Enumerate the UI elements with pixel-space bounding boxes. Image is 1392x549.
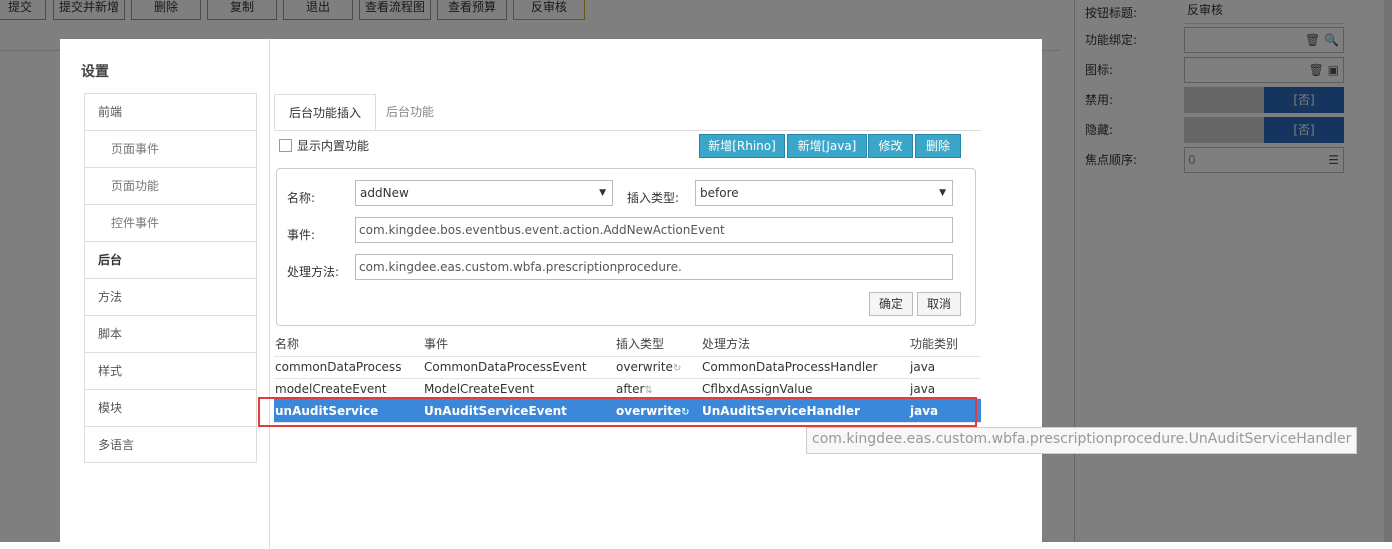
col-header-event[interactable]: 事件 (424, 335, 448, 352)
cancel-button[interactable]: 取消 (917, 292, 961, 316)
edit-form: 名称: addNew ▼ 插入类型: before ▼ 事件: com.king… (276, 168, 976, 326)
handler-tooltip: com.kingdee.eas.custom.wbfa.prescription… (806, 427, 1358, 454)
sort-icon: ⇅ (644, 385, 653, 396)
name-label: 名称: (287, 191, 316, 205)
nav-item-backend[interactable]: 后台 (85, 242, 256, 279)
insert-type-label: 插入类型: (627, 191, 680, 205)
add-rhino-button[interactable]: 新增[Rhino] (699, 134, 785, 158)
nav-item-control-events[interactable]: 控件事件 (85, 205, 256, 242)
handler-input[interactable]: com.kingdee.eas.custom.wbfa.prescription… (355, 254, 953, 280)
cell-event: ModelCreateEvent (424, 382, 535, 396)
nav-item-languages[interactable]: 多语言 (85, 427, 256, 464)
backend-content: 后台功能插入 后台功能 显示内置功能 新增[Rhino] 新增[Java] 修改… (274, 89, 981, 549)
nav-item-frontend[interactable]: 前端 (85, 94, 256, 131)
name-select[interactable]: addNew ▼ (355, 180, 613, 206)
cell-handler: CommonDataProcessHandler (702, 360, 878, 374)
insert-type-select[interactable]: before ▼ (695, 180, 953, 206)
col-header-handler[interactable]: 处理方法 (702, 335, 750, 352)
confirm-button[interactable]: 确定 (869, 292, 913, 316)
cell-insert-type: overwrite↻ (616, 360, 682, 374)
show-builtin-row[interactable]: 显示内置功能 (279, 137, 369, 154)
delete-function-button[interactable]: 删除 (915, 134, 961, 158)
cell-category: java (910, 360, 936, 374)
chevron-down-icon: ▼ (599, 188, 606, 198)
table-row[interactable]: modelCreateEvent ModelCreateEvent after⇅… (274, 379, 981, 399)
cell-name: commonDataProcess (275, 360, 402, 374)
edit-button[interactable]: 修改 (868, 134, 913, 158)
nav-item-modules[interactable]: 模块 (85, 390, 256, 427)
chevron-down-icon: ▼ (939, 188, 946, 198)
cell-name: modelCreateEvent (275, 382, 387, 396)
insert-type-value: before (700, 186, 739, 200)
nav-item-styles[interactable]: 样式 (85, 353, 256, 390)
nav-item-scripts[interactable]: 脚本 (85, 316, 256, 353)
event-label: 事件: (287, 228, 316, 242)
tab-backend-functions[interactable]: 后台功能 (372, 94, 448, 130)
cell-event: CommonDataProcessEvent (424, 360, 587, 374)
tab-backend-insert[interactable]: 后台功能插入 (274, 94, 377, 130)
nav-item-methods[interactable]: 方法 (85, 279, 256, 316)
cell-insert-type: after⇅ (616, 382, 653, 396)
tab-bar: 后台功能插入 后台功能 (274, 94, 981, 131)
cell-handler: CflbxdAssignValue (702, 382, 813, 396)
refresh-icon: ↻ (672, 363, 682, 374)
col-header-insert-type[interactable]: 插入类型 (616, 335, 664, 352)
handler-label: 处理方法: (287, 265, 340, 279)
add-java-button[interactable]: 新增[Java] (787, 134, 867, 158)
nav-divider (269, 39, 270, 549)
nav-item-page-functions[interactable]: 页面功能 (85, 168, 256, 205)
nav-item-page-events[interactable]: 页面事件 (85, 131, 256, 168)
settings-nav: 前端 页面事件 页面功能 控件事件 后台 方法 脚本 样式 模块 多语言 (84, 93, 257, 463)
table-header: 名称 事件 插入类型 处理方法 功能类别 (274, 332, 981, 357)
settings-dialog: 设置 前端 页面事件 页面功能 控件事件 后台 方法 脚本 样式 模块 多语言 … (60, 39, 1042, 549)
selection-highlight-box (258, 397, 977, 427)
table-row[interactable]: commonDataProcess CommonDataProcessEvent… (274, 357, 981, 379)
event-input[interactable]: com.kingdee.bos.eventbus.event.action.Ad… (355, 217, 953, 243)
show-builtin-checkbox[interactable] (279, 139, 292, 152)
col-header-category[interactable]: 功能类别 (910, 335, 958, 352)
cell-category: java (910, 382, 936, 396)
col-header-name[interactable]: 名称 (275, 335, 299, 352)
dialog-title: 设置 (81, 64, 109, 80)
name-value: addNew (360, 186, 409, 200)
show-builtin-label: 显示内置功能 (297, 139, 370, 153)
